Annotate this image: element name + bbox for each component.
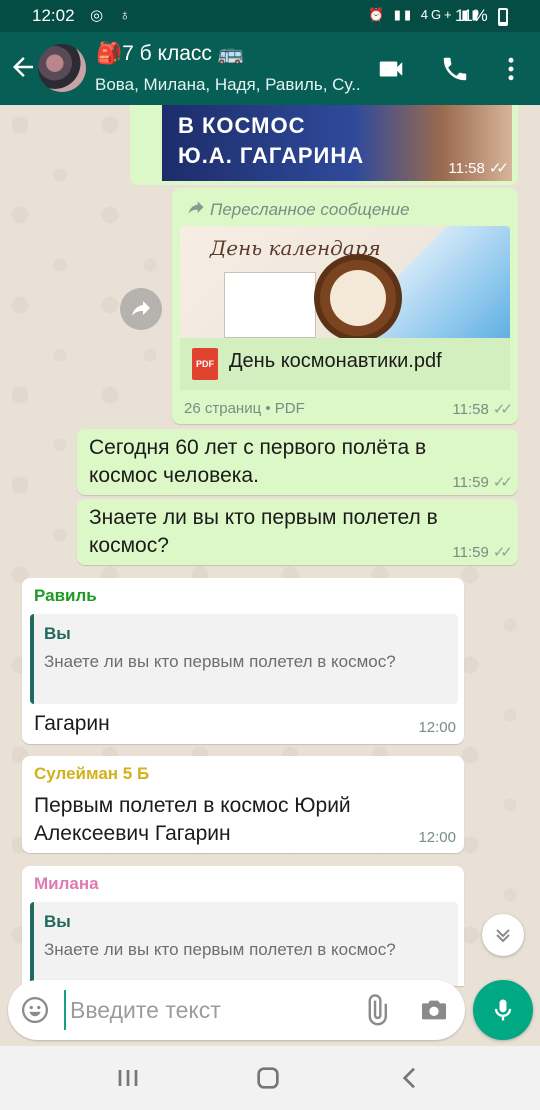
share-arrow-icon <box>132 301 150 316</box>
read-ticks-icon: ✓✓ <box>492 401 513 418</box>
quoted-message[interactable]: Вы Знаете ли вы кто первым полетел в кос… <box>30 614 458 704</box>
message-text: Знаете ли вы кто первым полетел в космос… <box>89 506 438 557</box>
incoming-message[interactable]: Равиль Вы Знаете ли вы кто первым полете… <box>22 578 464 744</box>
forwarded-label: Пересланное сообщение <box>186 198 410 220</box>
quote-author: Вы <box>44 624 71 643</box>
read-ticks-icon: ✓✓ <box>492 474 513 491</box>
quote-text: Знаете ли вы кто первым полетел в космос… <box>44 940 396 959</box>
chat-header: 🎒7 б класс 🚌 Вова, Милана, Надя, Равиль,… <box>0 32 540 105</box>
file-name: День космонавтики.pdf <box>229 350 442 372</box>
battery-icon <box>498 8 508 26</box>
sender-name[interactable]: Сулейман 5 Б <box>34 764 149 784</box>
more-options-icon[interactable] <box>496 54 526 84</box>
incoming-message[interactable]: Сулейман 5 Б Первым полетел в космос Юри… <box>22 756 464 853</box>
message-composer <box>8 980 465 1040</box>
quote-author: Вы <box>44 912 71 931</box>
double-chevron-down-icon <box>496 929 510 943</box>
group-avatar[interactable] <box>38 44 86 92</box>
read-ticks-icon: ✓✓ <box>488 160 509 177</box>
chat-title[interactable]: 🎒7 б класс 🚌 <box>96 42 244 66</box>
message-time: 11:58 ✓✓ <box>448 160 509 177</box>
phone-call-icon[interactable] <box>440 54 470 84</box>
forward-share-button[interactable] <box>120 288 162 330</box>
camera-icon[interactable] <box>418 994 450 1026</box>
image-message[interactable]: В КОСМОС Ю.А. ГАГАРИНА 11:58 ✓✓ <box>130 105 518 185</box>
poster-line-1: В КОСМОС <box>178 113 306 138</box>
status-time: 12:02 <box>32 6 75 25</box>
scroll-to-bottom-button[interactable] <box>482 914 524 956</box>
message-time: 11:58 ✓✓ <box>452 401 513 418</box>
calendar-illustration <box>224 272 316 338</box>
voice-message-button[interactable] <box>473 980 533 1040</box>
incoming-message[interactable]: Милана Вы Знаете ли вы кто первым полете… <box>22 866 464 986</box>
message-time: 11:59 ✓✓ <box>452 544 513 561</box>
video-call-icon[interactable] <box>376 54 406 84</box>
chat-participants[interactable]: Вова, Милана, Надя, Равиль, Су... <box>95 75 360 95</box>
file-meta: 26 страниц • PDF <box>184 400 305 417</box>
read-ticks-icon: ✓✓ <box>492 544 513 561</box>
message-text: Сегодня 60 лет с первого полёта в космос… <box>89 436 427 487</box>
message-text: Гагарин <box>34 712 110 735</box>
forwarded-icon <box>188 201 204 214</box>
quote-text: Знаете ли вы кто первым полетел в космос… <box>44 652 396 671</box>
back-icon[interactable] <box>394 1062 426 1094</box>
pdf-preview-image[interactable]: День календаря <box>180 226 510 338</box>
alarm-clock-illustration <box>314 254 402 338</box>
notification-icons: ◎ ♁ <box>90 7 137 24</box>
paperclip-icon[interactable] <box>360 994 392 1026</box>
back-arrow-icon[interactable] <box>8 52 38 82</box>
outgoing-message[interactable]: Сегодня 60 лет с первого полёта в космос… <box>77 429 518 495</box>
system-navigation-bar <box>0 1046 540 1110</box>
message-time: 11:59 ✓✓ <box>452 474 513 491</box>
home-icon[interactable] <box>252 1062 284 1094</box>
forwarded-message[interactable]: Пересланное сообщение День календаря PDF… <box>172 188 518 424</box>
sender-name[interactable]: Равиль <box>34 586 97 606</box>
recent-apps-icon[interactable] <box>112 1062 144 1094</box>
message-text: Первым полетел в космос Юрий Алексеевич … <box>34 794 351 845</box>
message-input[interactable] <box>64 990 354 1030</box>
poster-line-2: Ю.А. ГАГАРИНА <box>178 143 365 168</box>
microphone-icon <box>494 999 512 1021</box>
outgoing-message[interactable]: Знаете ли вы кто первым полетел в космос… <box>77 499 518 565</box>
battery-percent: 11% <box>455 6 488 25</box>
message-time: 12:00 <box>418 829 456 846</box>
status-bar: 12:02 ◎ ♁ ⏰ ▮▮ 4G+ ▮▮ 11% <box>0 0 540 32</box>
quoted-message[interactable]: Вы Знаете ли вы кто первым полетел в кос… <box>30 902 458 986</box>
message-time: 12:00 <box>418 719 456 736</box>
pdf-file-row[interactable]: PDF День космонавтики.pdf <box>180 338 510 390</box>
emoji-icon[interactable] <box>20 995 50 1025</box>
pdf-file-icon: PDF <box>192 348 218 380</box>
sender-name[interactable]: Милана <box>34 874 99 894</box>
